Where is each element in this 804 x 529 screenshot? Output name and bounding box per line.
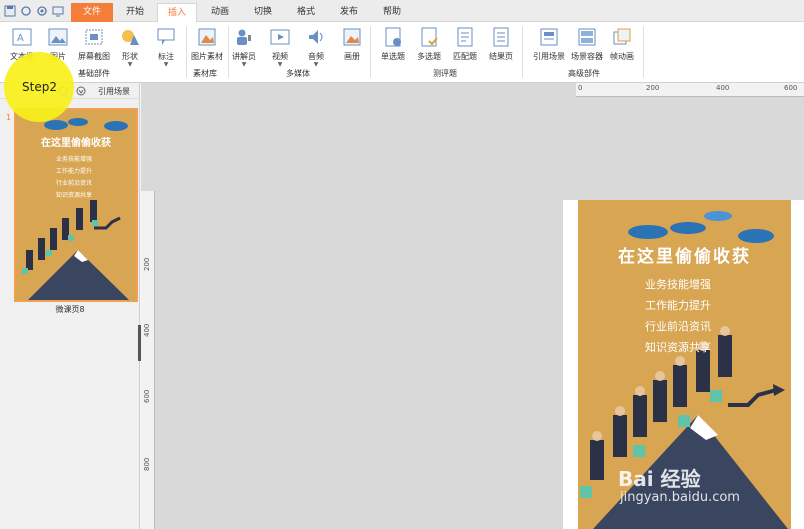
ruler-tick: 800 [143,457,151,471]
tab-file[interactable]: 文件 [71,3,113,22]
slide-number: 1 [6,113,12,122]
svg-text:A: A [17,33,24,44]
step-label: Step2 [22,80,57,94]
frame-anim-label: 帧动画 [610,52,634,61]
group-media-label: 多媒体 [286,69,310,78]
tab-home[interactable]: 开始 [116,3,154,22]
narrator-icon [237,29,251,45]
watermark-url: jingyan.baidu.com [620,490,740,505]
group-advanced-label: 高级部件 [568,69,600,78]
editing-canvas[interactable]: 0 200 400 600 200 400 600 800 在这里偷偷收获 业务… [141,83,804,529]
multi-choice-label: 多选题 [417,52,441,61]
ruler-tick: 400 [716,84,730,92]
annotation-button[interactable]: 标注 ▼ [148,26,184,68]
single-choice-button[interactable]: 单选题 [375,26,411,68]
download-icon[interactable] [76,86,86,96]
slide-panel: 引用场景 1 在这里偷偷收获 业务技能增强 工作能力提升 行业前沿资讯 知识资源… [0,83,143,529]
screenshot-label: 屏幕截图 [78,52,110,61]
save-icon[interactable] [4,5,16,17]
frame-anim-icon [613,28,631,45]
ruler-tick: 200 [143,257,151,271]
ribbon-divider [370,26,371,78]
ribbon-divider [643,26,644,78]
slide-item: 工作能力提升 [645,299,711,312]
ruler-tick: 400 [143,323,151,337]
matching-icon [457,27,473,47]
ruler-tick: 0 [578,84,583,92]
thumbnail-item: 工作能力提升 [56,168,93,175]
result-page-icon [493,27,509,47]
result-page-label: 结果页 [489,52,513,61]
group-basic-label: 基础部件 [78,69,110,78]
slide-item: 知识资源共享 [645,341,711,354]
multi-choice-icon [421,27,438,47]
chevron-down-icon[interactable]: ▼ [226,62,262,68]
annotation-icon [157,28,175,45]
slide-thumbnail[interactable]: 在这里偷偷收获 业务技能增强 工作能力提升 行业前沿资讯 知识资源共享 [14,108,138,302]
ribbon-divider [186,26,187,78]
group-quiz-label: 测评题 [433,69,457,78]
image-material-icon [198,28,216,46]
result-page-button[interactable]: 结果页 [483,26,519,68]
multi-choice-button[interactable]: 多选题 [411,26,447,68]
frame-anim-button[interactable]: 帧动画 [604,26,640,68]
tab-help[interactable]: 帮助 [372,3,412,22]
ref-scene-link[interactable]: 引用场景 [98,86,130,97]
ribbon-divider [522,26,523,78]
album-icon [343,28,361,46]
watermark-logo: Bai 经验 [618,467,701,491]
ref-scene-icon [540,28,558,46]
ruler-tick: 600 [784,84,798,92]
ref-scene-label: 引用场景 [533,52,565,61]
textbox-icon: A [12,28,32,46]
matching-button[interactable]: 匹配题 [447,26,483,68]
single-choice-label: 单选题 [381,52,405,61]
thumbnail-item: 业务技能增强 [56,156,93,163]
group-material-label: 素材库 [193,69,217,78]
video-icon [270,29,290,45]
horizontal-ruler: 0 200 400 600 [576,83,804,97]
scene-container-icon [578,28,596,46]
preview-icon[interactable] [52,5,64,17]
tab-animation[interactable]: 动画 [200,3,240,22]
album-button[interactable]: 画册 [334,26,370,68]
narrator-button[interactable]: 讲解员 ▼ [226,26,262,68]
video-button[interactable]: 视频 ▼ [262,26,298,68]
tab-transition[interactable]: 切换 [243,3,283,22]
thumbnail-item: 行业前沿资讯 [56,180,93,187]
scene-container-label: 场景容器 [571,52,603,61]
single-choice-icon [385,27,401,47]
tab-insert[interactable]: 插入 [157,3,197,23]
album-label: 画册 [344,52,360,61]
tab-publish[interactable]: 发布 [329,3,369,22]
slide-item: 业务技能增强 [645,278,711,291]
chevron-down-icon[interactable]: ▼ [112,62,148,68]
image-material-button[interactable]: 图片素材 [188,26,226,68]
audio-icon [309,30,323,44]
ribbon: A 文本框 图片 屏幕截图 形状 ▼ 标注 ▼ 基础部件 图片素材 素材库 讲解… [0,22,804,83]
slide-title: 在这里偷偷收获 [618,247,751,267]
image-icon [48,28,68,46]
audio-button[interactable]: 音频 ▼ [298,26,334,68]
ruler-tick: 600 [143,389,151,403]
undo-icon[interactable] [20,5,32,17]
title-bar: 文件 开始 插入 动画 切换 格式 发布 帮助 [0,0,804,23]
slide-caption: 微课页8 [55,305,85,314]
matching-label: 匹配题 [453,52,477,61]
scene-container-button[interactable]: 场景容器 [568,26,606,68]
ruler-tick: 200 [646,84,660,92]
chevron-down-icon[interactable]: ▼ [148,62,184,68]
screenshot-button[interactable]: 屏幕截图 [76,26,112,68]
shape-icon [122,30,139,45]
shape-button[interactable]: 形状 ▼ [112,26,148,68]
tab-format[interactable]: 格式 [286,3,326,22]
redo-icon[interactable] [36,5,48,17]
ref-scene-button[interactable]: 引用场景 [530,26,568,68]
slide-item: 行业前沿资讯 [645,320,711,333]
vertical-ruler: 200 400 600 800 [141,191,155,529]
image-material-label: 图片素材 [191,52,223,61]
thumbnail-title: 在这里偷偷收获 [41,138,111,149]
thumbnail-item: 知识资源共享 [56,192,93,199]
screenshot-icon [85,29,103,45]
